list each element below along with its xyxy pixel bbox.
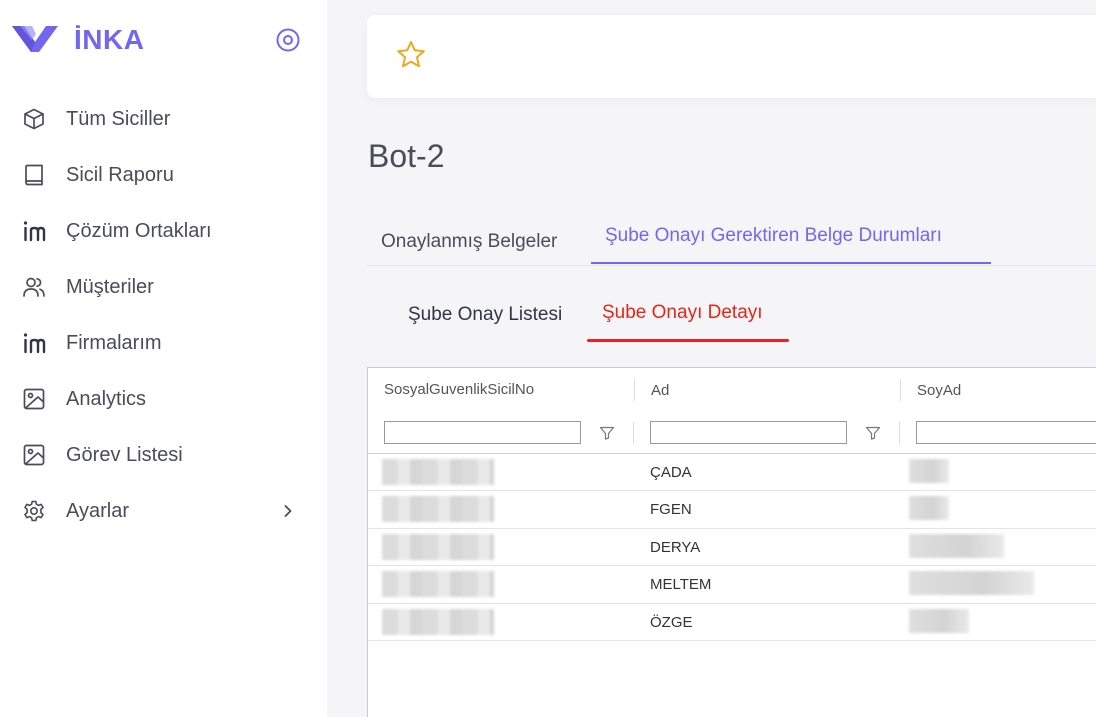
sub-tabs: Şube Onay Listesi Şube Onayı Detayı [367,284,1096,344]
star-icon[interactable] [395,39,427,71]
table-row[interactable]: MELTEM [368,566,1096,604]
linkedin-icon [21,218,47,244]
sidebar-item-label: Çözüm Ortakları [66,219,212,242]
sidebar-toggle-icon[interactable] [275,27,301,53]
top-bar [367,15,1096,98]
redacted-soyad [909,459,949,483]
cell-ad: ÖZGE [650,613,693,631]
column-separator [899,422,900,444]
table-row[interactable]: FGEN [368,491,1096,529]
sidebar-menu: Tüm Siciller Sicil Raporu Çözüm Ortaklar… [0,91,327,539]
column-header-sicil[interactable]: SosyalGuvenlikSicilNo [368,368,634,411]
subtab-sube-onay-listesi[interactable]: Şube Onay Listesi [394,286,576,344]
grid-rows: ÇADA FGEN DERYA MELTEM ÖZGE [368,454,1096,641]
cell-ad: FGEN [650,501,692,519]
sidebar-item-musteriler[interactable]: Müşteriler [0,259,327,315]
cell-ad: ÇADA [650,464,692,481]
redacted-sicil [382,571,494,598]
sidebar: İNKA Tüm Siciller Sicil Raporu Çözüm Ort… [0,0,327,717]
sidebar-item-tum-siciller[interactable]: Tüm Siciller [0,91,327,147]
users-icon [21,274,47,300]
redacted-soyad [909,571,1034,596]
active-subtab-indicator [587,339,789,342]
sidebar-item-label: Sicil Raporu [66,163,174,186]
sidebar-item-label: Analytics [66,387,147,410]
data-grid: SosyalGuvenlikSicilNo Ad SoyAd ÇADA FGEN… [367,367,1096,717]
table-row[interactable]: ÖZGE [368,604,1096,641]
grid-header: SosyalGuvenlikSicilNo Ad SoyAd [368,368,1096,411]
redacted-sicil [382,459,494,485]
sidebar-item-label: Tüm Siciller [66,107,171,130]
sidebar-item-ayarlar[interactable]: Ayarlar [0,483,327,539]
filter-input-ad[interactable] [650,421,847,444]
filter-icon[interactable] [598,424,616,442]
subtab-sube-onayi-detayi[interactable]: Şube Onayı Detayı [588,284,788,342]
book-icon [21,162,47,188]
redacted-sicil [382,608,494,635]
page-title: Bot-2 [368,138,445,174]
tab-sube-onayi-gerektiren[interactable]: Şube Onayı Gerektiren Belge Durumları [591,210,991,264]
sidebar-item-analytics[interactable]: Analytics [0,371,327,427]
brand-name: İNKA [74,24,145,55]
column-header-ad[interactable]: Ad [634,379,900,401]
filter-input-soyad[interactable] [916,421,1096,444]
redacted-soyad [909,496,949,521]
redacted-soyad [909,608,969,633]
main-tabs: Onaylanmış Belgeler Şube Onayı Gerektire… [367,210,1096,266]
inka-logo-icon [12,26,58,52]
filter-input-sicil[interactable] [384,421,581,444]
column-separator [633,422,634,444]
cell-ad: DERYA [650,538,701,556]
sidebar-item-label: Ayarlar [66,499,129,522]
column-header-soyad[interactable]: SoyAd [900,379,1096,401]
image-icon [21,442,47,468]
brand[interactable]: İNKA [10,20,144,60]
filter-icon[interactable] [864,424,882,442]
filter-row [368,411,1096,454]
sidebar-item-label: Firmalarım [66,331,162,354]
redacted-sicil [382,496,494,523]
cell-ad: MELTEM [650,576,712,594]
cube-icon [21,106,47,132]
sidebar-item-firmalarim[interactable]: Firmalarım [0,315,327,371]
sidebar-item-cozum-ortaklari[interactable]: Çözüm Ortakları [0,203,327,259]
sidebar-item-label: Müşteriler [66,275,154,298]
gear-icon [21,498,47,524]
tab-onaylanmis-belgeler[interactable]: Onaylanmış Belgeler [367,214,571,270]
linkedin-icon [21,330,47,356]
chevron-right-icon [284,505,292,517]
image-icon [21,386,47,412]
sidebar-item-sicil-raporu[interactable]: Sicil Raporu [0,147,327,203]
table-row[interactable]: DERYA [368,529,1096,567]
table-row[interactable]: ÇADA [368,454,1096,492]
sidebar-item-gorev-listesi[interactable]: Görev Listesi [0,427,327,483]
redacted-soyad [909,533,1004,558]
redacted-sicil [382,533,494,560]
sidebar-item-label: Görev Listesi [66,443,183,466]
